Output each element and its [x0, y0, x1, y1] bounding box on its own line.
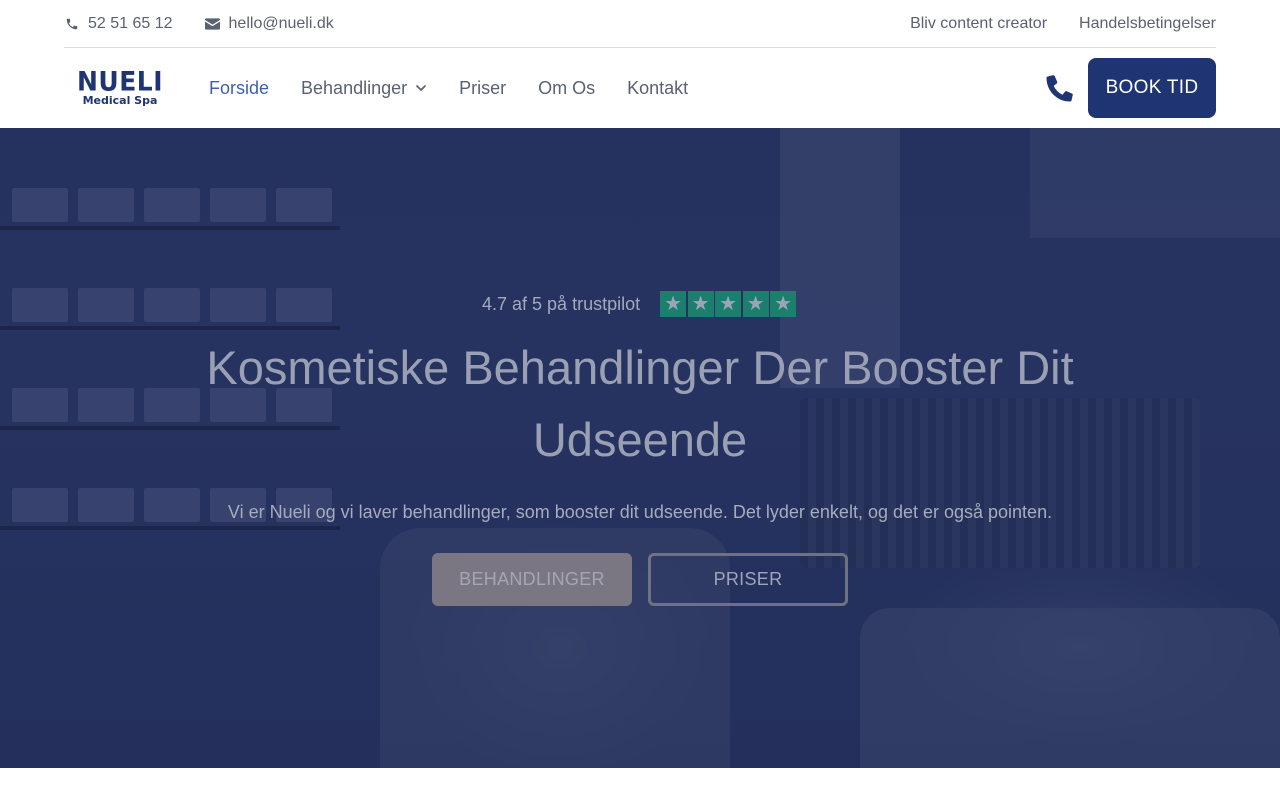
star-icon: ★ — [770, 291, 797, 317]
hero-subtitle: Vi er Nueli og vi laver behandlinger, so… — [227, 502, 1053, 522]
star-icon: ★ — [742, 291, 769, 317]
hero-title: Kosmetiske Behandlinger Der Booster Dit … — [206, 341, 1074, 466]
trustpilot-rating[interactable]: 4.7 af 5 på trustpilot ★ ★ ★ ★ ★ — [482, 291, 798, 317]
nav-item-om-os[interactable]: Om Os — [538, 78, 595, 99]
top-bar: 52 51 65 12 hello@nueli.dk Bliv content … — [64, 0, 1216, 48]
phone-icon — [64, 16, 80, 32]
envelope-icon — [205, 16, 221, 32]
nav-item-label: Behandlinger — [301, 77, 408, 98]
hero-buttons: BEHANDLINGER PRISER — [432, 553, 848, 606]
header-actions: BOOK TID — [1040, 58, 1216, 118]
logo[interactable]: NUELI Medical Spa — [64, 68, 176, 108]
star-icon: ★ — [715, 291, 742, 317]
main-nav: Forside Behandlinger Priser Om Os Kontak… — [209, 78, 720, 99]
nav-item-kontakt[interactable]: Kontakt — [627, 78, 688, 99]
link-content-creator[interactable]: Bliv content creator — [910, 15, 1047, 33]
nav-item-priser[interactable]: Priser — [459, 78, 506, 99]
topbar-links: Bliv content creator Handelsbetingelser — [878, 15, 1216, 33]
chevron-down-icon — [415, 82, 427, 94]
main-header: NUELI Medical Spa Forside Behandlinger P… — [64, 48, 1216, 128]
hero-section: 4.7 af 5 på trustpilot ★ ★ ★ ★ ★ Kosmeti… — [0, 128, 1280, 768]
phone-call-icon[interactable] — [1040, 68, 1080, 108]
link-terms[interactable]: Handelsbetingelser — [1079, 15, 1216, 33]
prices-button[interactable]: PRISER — [648, 553, 848, 606]
nav-item-behandlinger[interactable]: Behandlinger — [301, 78, 427, 99]
email-address: hello@nueli.dk — [228, 14, 334, 32]
rating-stars: ★ ★ ★ ★ ★ — [660, 291, 798, 317]
email-contact[interactable]: hello@nueli.dk — [205, 15, 334, 33]
treatments-button[interactable]: BEHANDLINGER — [432, 553, 632, 606]
star-icon: ★ — [660, 291, 687, 317]
book-appointment-button[interactable]: BOOK TID — [1088, 58, 1216, 118]
star-icon: ★ — [687, 291, 714, 317]
rating-text: 4.7 af 5 på trustpilot — [482, 293, 641, 314]
nav-item-forside[interactable]: Forside — [209, 78, 269, 99]
phone-contact[interactable]: 52 51 65 12 — [64, 15, 173, 33]
phone-number: 52 51 65 12 — [88, 14, 173, 32]
contact-info: 52 51 65 12 hello@nueli.dk — [64, 15, 366, 33]
logo-main-text: NUELI — [76, 65, 164, 97]
